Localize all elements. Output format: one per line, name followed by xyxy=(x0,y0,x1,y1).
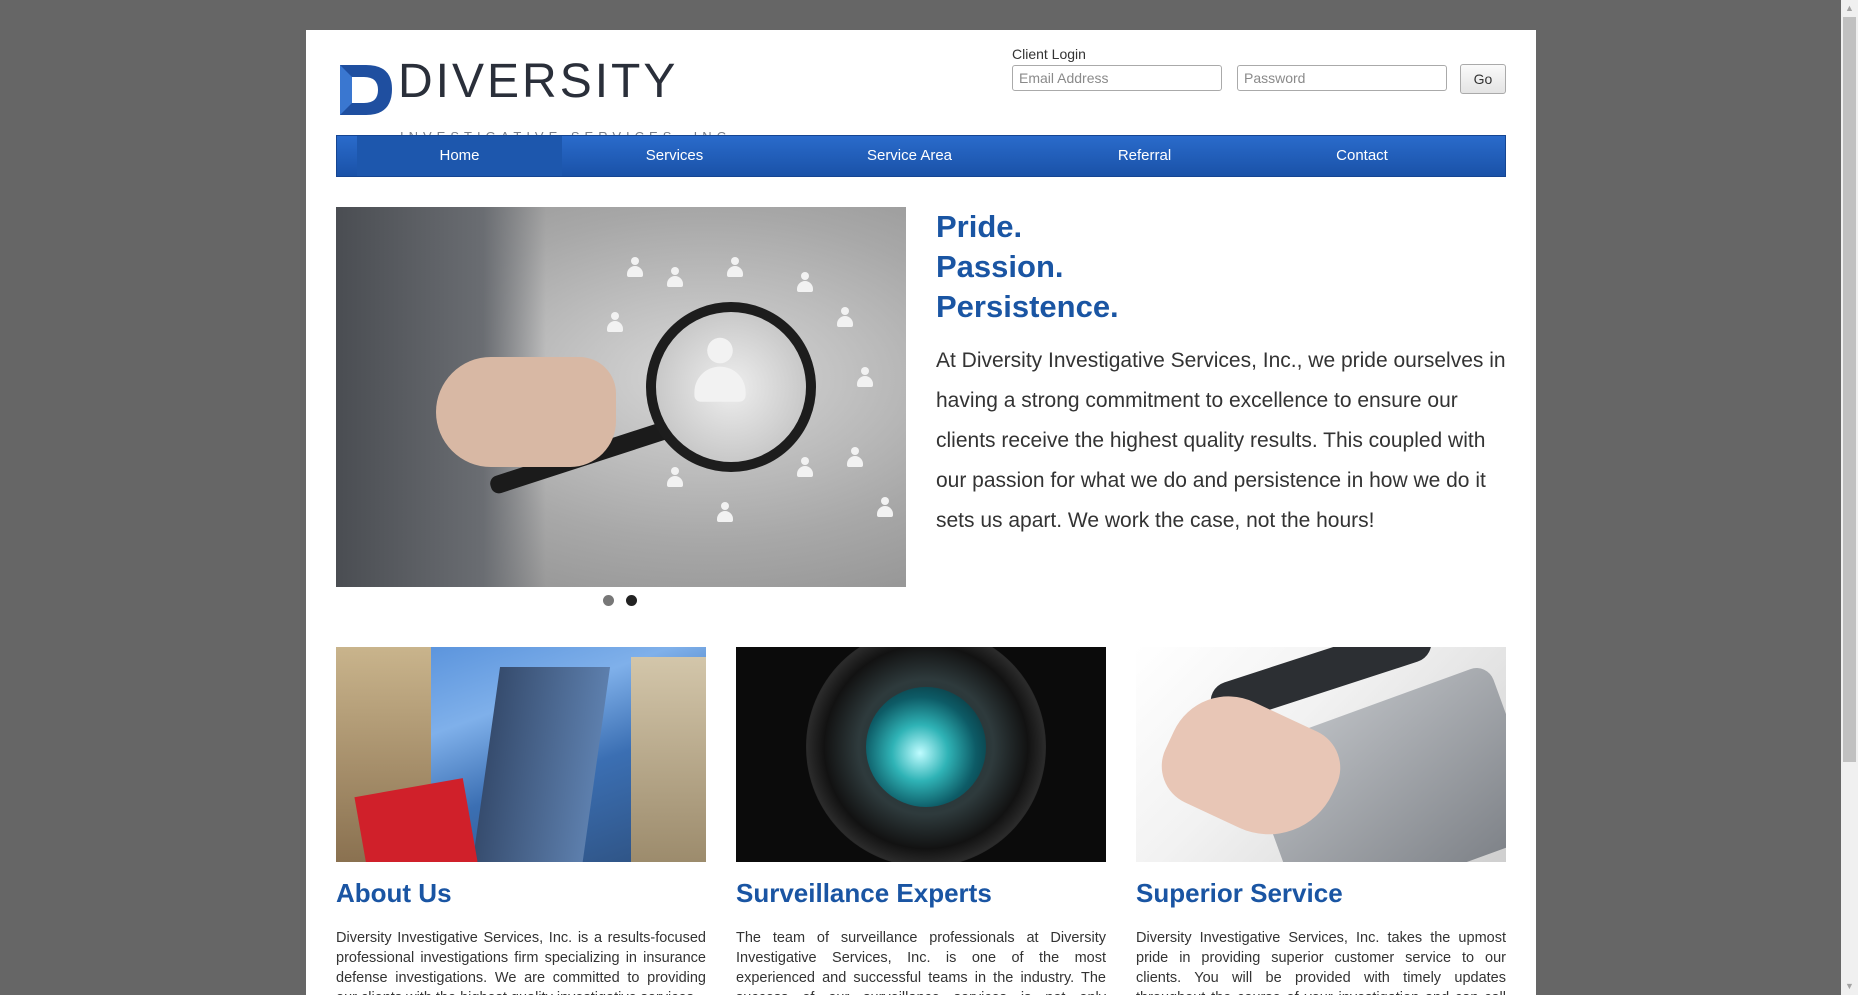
tagline-pride: Pride. xyxy=(936,209,1023,244)
nav-item-home[interactable]: Home xyxy=(357,136,562,176)
password-field[interactable] xyxy=(1237,65,1447,91)
hero-slide-image xyxy=(336,207,906,587)
feature-title: About Us xyxy=(336,878,452,908)
lens-glass-graphic xyxy=(866,687,986,807)
hero-text: Pride. Passion. Persistence. At Diversit… xyxy=(936,207,1506,541)
buildings-image xyxy=(336,647,706,862)
scroll-down-icon[interactable]: ▼ xyxy=(1841,978,1858,995)
feature-title: Superior Service xyxy=(1136,878,1343,908)
person-icon xyxy=(606,312,624,334)
client-login-label: Client Login xyxy=(1012,46,1086,62)
person-icon xyxy=(846,447,864,469)
nav-item-service-area[interactable]: Service Area xyxy=(787,136,1032,176)
vertical-scrollbar[interactable]: ▲ ▼ xyxy=(1841,0,1858,995)
person-icon xyxy=(876,497,894,519)
feature-about-us: About Us Diversity Investigative Service… xyxy=(336,647,706,995)
feature-text: The team of surveillance professionals a… xyxy=(736,930,1106,995)
hand-graphic xyxy=(436,357,616,467)
person-icon xyxy=(726,257,744,279)
tagline-passion: Passion. xyxy=(936,249,1064,284)
feature-superior-service: Superior Service Diversity Investigative… xyxy=(1136,647,1506,995)
main-nav: Home Services Service Area Referral Cont… xyxy=(336,135,1506,177)
tagline-persistence: Persistence. xyxy=(936,289,1119,324)
feature-title: Surveillance Experts xyxy=(736,878,992,908)
feature-text: Diversity Investigative Services, Inc. i… xyxy=(336,930,706,995)
logo-wordmark: DIVERSITY xyxy=(398,55,679,108)
logo-d-icon xyxy=(340,65,392,115)
nav-item-referral[interactable]: Referral xyxy=(1032,136,1257,176)
person-icon xyxy=(626,257,644,279)
person-icon xyxy=(796,457,814,479)
logo[interactable]: DIVERSITY INVESTIGATIVE SERVICES, INC. xyxy=(336,55,735,144)
person-icon xyxy=(666,467,684,489)
slider-dots xyxy=(603,595,637,606)
page-container: DIVERSITY INVESTIGATIVE SERVICES, INC. C… xyxy=(306,30,1536,995)
feature-text: Diversity Investigative Services, Inc. t… xyxy=(1136,930,1506,995)
feature-surveillance: Surveillance Experts The team of surveil… xyxy=(736,647,1106,995)
person-icon xyxy=(716,502,734,524)
person-icon xyxy=(666,267,684,289)
nav-item-services[interactable]: Services xyxy=(562,136,787,176)
building-graphic xyxy=(631,657,706,862)
hero-paragraph: At Diversity Investigative Services, Inc… xyxy=(936,349,1506,532)
camera-lens-image xyxy=(736,647,1106,862)
scroll-up-icon[interactable]: ▲ xyxy=(1841,0,1858,17)
nav-item-contact[interactable]: Contact xyxy=(1257,136,1467,176)
building-graphic xyxy=(471,667,611,862)
person-icon xyxy=(691,337,749,408)
telephone-image xyxy=(1136,647,1506,862)
person-icon xyxy=(836,307,854,329)
scroll-thumb[interactable] xyxy=(1843,17,1856,762)
person-icon xyxy=(856,367,874,389)
slide-dot-2[interactable] xyxy=(626,595,637,606)
email-field[interactable] xyxy=(1012,65,1222,91)
person-icon xyxy=(796,272,814,294)
slide-dot-1[interactable] xyxy=(603,595,614,606)
go-button[interactable]: Go xyxy=(1460,64,1506,94)
